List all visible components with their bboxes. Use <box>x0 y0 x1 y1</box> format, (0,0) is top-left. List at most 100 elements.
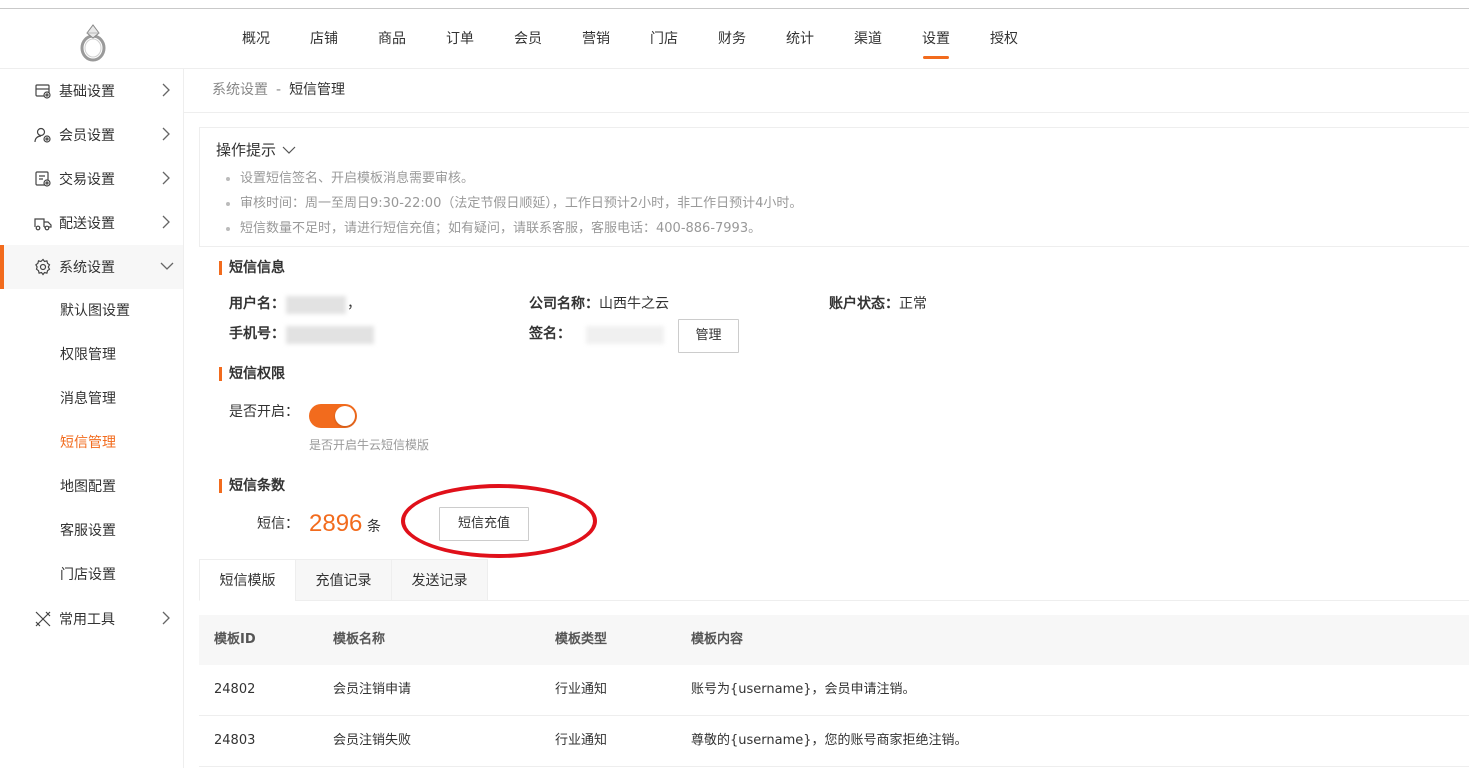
enable-hint: 是否开启牛云短信模版 <box>309 438 430 452</box>
sidebar-subitem-store-settings[interactable]: 门店设置 <box>0 553 183 597</box>
sign-label: 签名： <box>529 326 571 342</box>
divider <box>184 112 1469 113</box>
nav-item[interactable]: 订单 <box>426 9 494 69</box>
phone-label: 手机号： <box>229 326 285 342</box>
top-header: 概况 店铺 商品 订单 会员 营销 门店 财务 统计 渠道 设置 授权 <box>0 9 1469 69</box>
sidebar-item-basic-settings[interactable]: 基础设置 <box>0 69 183 113</box>
sidebar-subitem-customer-service[interactable]: 客服设置 <box>0 509 183 553</box>
sidebar-subitem-map-config[interactable]: 地图配置 <box>0 465 183 509</box>
chevron-right-icon <box>160 171 172 185</box>
sidebar-item-common-tools[interactable]: 常用工具 <box>0 597 183 641</box>
nav-item[interactable]: 渠道 <box>834 9 902 69</box>
table-row[interactable]: 24802 会员注销申请 行业通知 账号为{username}，会员申请注销。 <box>199 665 1469 716</box>
sidebar-item-label: 系统设置 <box>59 260 115 276</box>
chevron-right-icon <box>160 127 172 141</box>
company-label: 公司名称： <box>529 296 599 312</box>
chevron-right-icon <box>160 611 172 625</box>
sidebar-subitem-permissions[interactable]: 权限管理 <box>0 333 183 377</box>
sign-redacted <box>586 326 664 344</box>
sidebar: 基础设置 会员设置 交易设置 配送设置 系统设置 默认图设置 权限管理 消息管理… <box>0 69 184 768</box>
tab-send-records[interactable]: 发送记录 <box>391 559 488 601</box>
account-status-value: 正常 <box>899 296 927 312</box>
template-name: 会员注销失败 <box>333 733 412 748</box>
username-redacted <box>286 296 346 314</box>
nav-item[interactable]: 统计 <box>766 9 834 69</box>
breadcrumb-parent[interactable]: 系统设置 <box>212 82 268 98</box>
breadcrumb-separator: - <box>276 82 282 98</box>
table-header: 模板ID 模板名称 模板类型 模板内容 <box>199 615 1469 665</box>
sidebar-item-label: 交易设置 <box>59 172 115 188</box>
sidebar-item-trade-settings[interactable]: 交易设置 <box>0 157 183 201</box>
account-status-label: 账户状态： <box>829 296 899 312</box>
tab-recharge-records[interactable]: 充值记录 <box>295 559 392 601</box>
sidebar-subitem-default-image[interactable]: 默认图设置 <box>0 289 183 333</box>
template-content: 尊敬的{username}，您的账号商家拒绝注销。 <box>691 733 968 748</box>
sms-count-value: 2896 <box>309 510 363 537</box>
manage-sign-button[interactable]: 管理 <box>678 319 739 353</box>
top-nav: 概况 店铺 商品 订单 会员 营销 门店 财务 统计 渠道 设置 授权 <box>222 9 1038 69</box>
delivery-truck-icon <box>34 214 52 232</box>
tools-icon <box>34 610 52 628</box>
table-row[interactable]: 24803 会员注销失败 行业通知 尊敬的{username}，您的账号商家拒绝… <box>199 716 1469 767</box>
sidebar-item-label: 会员设置 <box>59 128 115 144</box>
tabs: 短信模版 充值记录 发送记录 <box>199 559 1469 601</box>
tips-title: 操作提示 <box>216 141 277 159</box>
tips-toggle[interactable]: 操作提示 <box>216 139 296 161</box>
username-suffix: ， <box>347 296 361 312</box>
sidebar-item-label: 常用工具 <box>59 612 115 628</box>
toggle-knob <box>335 406 355 426</box>
tips-list: 设置短信签名、开启模板消息需要审核。 审核时间：周一至周日9:30-22:00（… <box>224 166 802 241</box>
nav-item[interactable]: 设置 <box>902 9 970 69</box>
nav-item[interactable]: 商品 <box>358 9 426 69</box>
template-id: 24802 <box>214 682 256 697</box>
sidebar-item-member-settings[interactable]: 会员设置 <box>0 113 183 157</box>
nav-item[interactable]: 店铺 <box>290 9 358 69</box>
sidebar-subitem-sms-management[interactable]: 短信管理 <box>0 421 183 465</box>
sidebar-item-label: 配送设置 <box>59 216 115 232</box>
trade-settings-icon <box>34 170 52 188</box>
tip-item: 短信数量不足时，请进行短信充值；如有疑问，请联系客服，客服电话：400-886-… <box>224 216 802 241</box>
breadcrumb-current: 短信管理 <box>289 82 346 98</box>
template-type: 行业通知 <box>555 733 608 748</box>
chevron-down-icon <box>282 146 296 154</box>
operation-tips-panel: 操作提示 设置短信签名、开启模板消息需要审核。 审核时间：周一至周日9:30-2… <box>199 127 1469 247</box>
company-value: 山西牛之云 <box>599 296 669 312</box>
sms-count-label: 短信： <box>257 516 299 532</box>
chevron-right-icon <box>160 83 172 97</box>
sidebar-item-label: 基础设置 <box>59 84 115 100</box>
tip-item: 审核时间：周一至周日9:30-22:00（法定节假日顺延），工作日预计2小时，非… <box>224 191 802 216</box>
nav-item[interactable]: 授权 <box>970 9 1038 69</box>
column-header: 模板ID <box>214 632 256 647</box>
nav-item[interactable]: 门店 <box>630 9 698 69</box>
template-content: 账号为{username}，会员申请注销。 <box>691 682 916 697</box>
sidebar-item-system-settings[interactable]: 系统设置 <box>0 245 183 289</box>
template-name: 会员注销申请 <box>333 682 412 697</box>
section-title-sms-info: 短信信息 <box>219 260 285 276</box>
column-header: 模板名称 <box>333 632 386 647</box>
sidebar-item-delivery-settings[interactable]: 配送设置 <box>0 201 183 245</box>
nav-item[interactable]: 财务 <box>698 9 766 69</box>
section-title-sms-permission: 短信权限 <box>219 366 285 382</box>
username-label: 用户名： <box>229 296 285 312</box>
chevron-down-icon <box>160 259 174 273</box>
nav-item[interactable]: 概况 <box>222 9 290 69</box>
ring-logo-icon[interactable] <box>74 21 112 63</box>
enable-label: 是否开启： <box>229 404 299 420</box>
template-table: 模板ID 模板名称 模板类型 模板内容 24802 会员注销申请 行业通知 账号… <box>199 615 1469 767</box>
tip-item: 设置短信签名、开启模板消息需要审核。 <box>224 166 802 191</box>
nav-item[interactable]: 营销 <box>562 9 630 69</box>
tab-sms-templates[interactable]: 短信模版 <box>199 559 296 601</box>
breadcrumb: 系统设置 - 短信管理 <box>212 80 345 100</box>
nav-item[interactable]: 会员 <box>494 9 562 69</box>
sidebar-subitem-messages[interactable]: 消息管理 <box>0 377 183 421</box>
member-settings-icon <box>34 126 52 144</box>
section-title-sms-count: 短信条数 <box>219 478 285 494</box>
template-type: 行业通知 <box>555 682 608 697</box>
sms-count-unit: 条 <box>367 519 381 535</box>
phone-redacted <box>286 326 374 344</box>
column-header: 模板内容 <box>691 632 744 647</box>
template-id: 24803 <box>214 733 256 748</box>
sms-enable-toggle[interactable] <box>309 404 357 428</box>
annotation-circle <box>401 484 597 558</box>
chevron-right-icon <box>160 215 172 229</box>
